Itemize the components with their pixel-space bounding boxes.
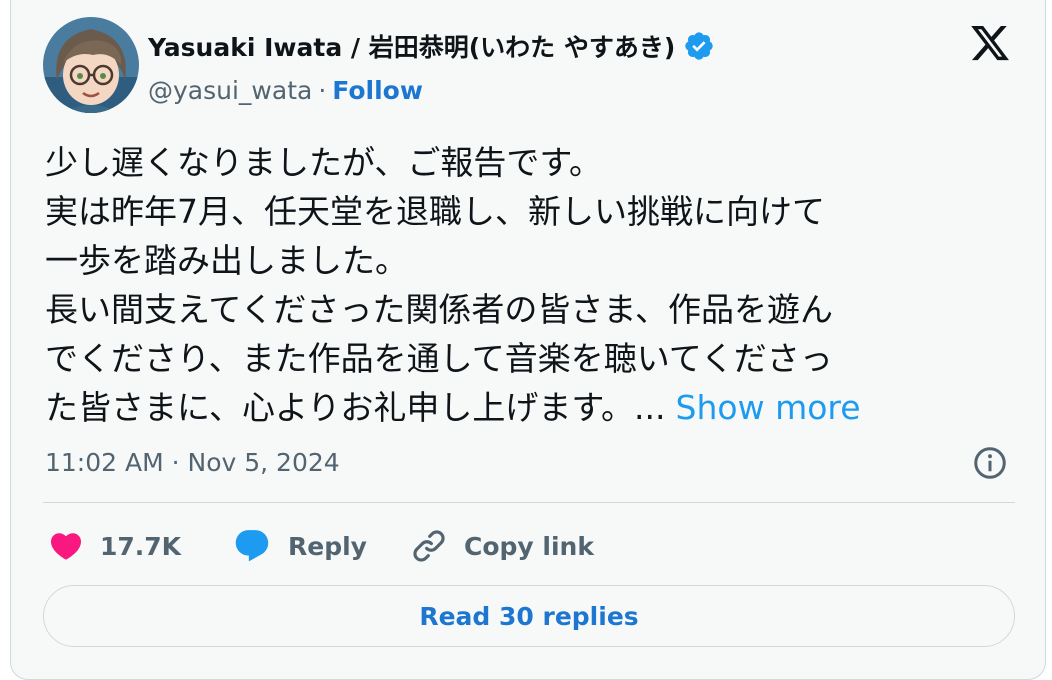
reply-button[interactable]: Reply (232, 526, 367, 566)
author-name-row: Yasuaki Iwata / 岩田恭明(いわた やすあき) (148, 26, 715, 66)
verified-badge-icon (685, 32, 713, 60)
divider (43, 502, 1015, 503)
tweet-text-line: 少し遅くなりましたが、ご報告です。 (45, 143, 603, 182)
reply-bubble-icon (235, 530, 269, 562)
tweet-text-line: 一歩を踏み出しました。 (45, 241, 408, 280)
tweet-text-line: 実は昨年7月、任天堂を退職し、新しい挑戦に向けて (45, 192, 825, 231)
copy-link-button[interactable]: Copy link (410, 526, 594, 566)
tweet-text-last-line: た皆さまに、心よりお礼申し上げます。... Show more (45, 383, 1005, 432)
tweet-text: 少し遅くなりましたが、ご報告です。 実は昨年7月、任天堂を退職し、新しい挑戦に向… (45, 138, 1005, 432)
author-name[interactable]: Yasuaki Iwata / 岩田恭明(いわた やすあき) (148, 28, 675, 64)
link-icon (413, 530, 445, 562)
author-avatar[interactable] (43, 17, 139, 113)
like-count: 17.7K (100, 531, 182, 561)
copy-link-label: Copy link (464, 531, 594, 561)
avatar-illustration (43, 17, 139, 113)
heart-icon (50, 533, 82, 560)
x-logo-icon[interactable] (968, 22, 1012, 64)
like-button[interactable]: 17.7K (48, 526, 181, 566)
tweet-text-line: 長い間支えてくださった関係者の皆さま、作品を遊ん (45, 290, 834, 329)
follow-button[interactable]: Follow (332, 76, 423, 105)
tweet-timestamp[interactable]: 11:02 AM · Nov 5, 2024 (45, 445, 340, 481)
show-more-link[interactable]: Show more (676, 388, 861, 427)
tweet-text-line: でくださり、また作品を通して音楽を聴いてくださっ (45, 339, 833, 378)
author-handle-row: @yasui_wata · Follow (148, 72, 423, 108)
author-handle[interactable]: @yasui_wata (148, 76, 312, 105)
read-replies-button[interactable]: Read 30 replies (43, 585, 1015, 647)
info-icon[interactable] (972, 445, 1008, 481)
separator-dot: · (318, 75, 327, 105)
reply-label: Reply (288, 531, 367, 561)
tweet-text-line: た皆さまに、心よりお礼申し上げます。... (45, 388, 666, 427)
